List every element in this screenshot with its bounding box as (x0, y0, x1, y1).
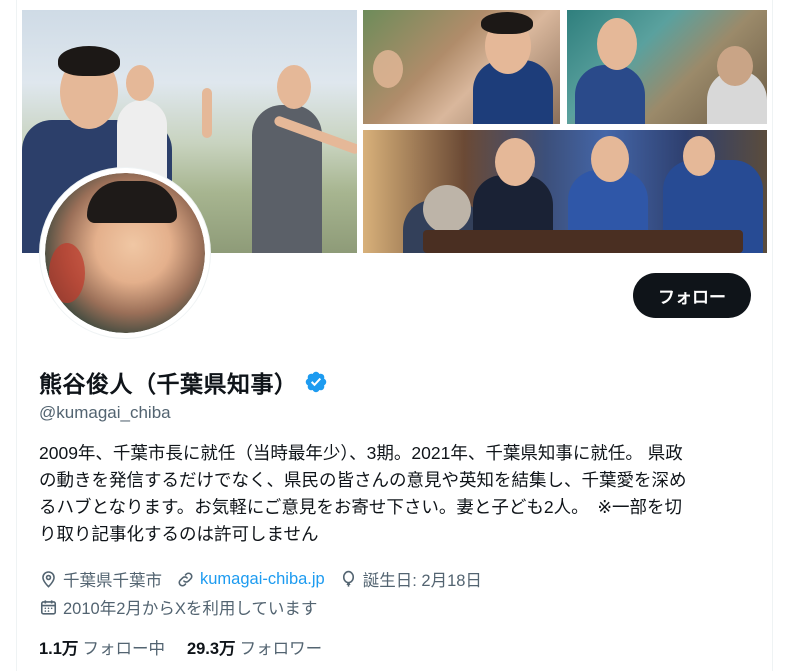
join-date: 2010年2月からXを利用しています (39, 595, 317, 619)
followers-link[interactable]: 29.3万 フォロワー (187, 635, 322, 659)
profile-bio: 2009年、千葉市長に就任（当時最年少）、3期。2021年、千葉県知事に就任。 … (39, 440, 759, 548)
follow-button[interactable]: フォロー (633, 273, 751, 318)
bio-line: の動きを発信するだけでなく、県民の皆さんの意見や英知を結集し、千葉愛を深め (39, 470, 687, 490)
birthday-text: 誕生日: 2月18日 (362, 572, 482, 590)
following-count: 1.1万 (39, 640, 79, 658)
column-border-left (16, 0, 17, 671)
bio-line: り取り記事化するのは許可しません (39, 524, 319, 544)
banner-photo-port (567, 10, 767, 124)
location-pin-icon (42, 570, 55, 588)
column-border-right (772, 0, 773, 671)
display-name: 熊谷俊人（千葉県知事） (39, 371, 298, 397)
banner-photo-festival (363, 10, 560, 124)
balloon-icon (342, 570, 354, 587)
profile-page: フォロー 熊谷俊人（千葉県知事） @kumagai_chiba 2009年、千葉… (0, 0, 800, 671)
website-link[interactable]: kumagai-chiba.jp (200, 570, 325, 589)
website[interactable]: kumagai-chiba.jp (176, 570, 325, 589)
bio-line: るハブとなります。お気軽にご意見をお寄せ下さい。妻と子ども2人。 ※一部を切 (39, 497, 683, 517)
followers-count: 29.3万 (186, 640, 236, 658)
avatar-photo (45, 173, 205, 333)
verified-badge-icon[interactable] (304, 370, 328, 394)
calendar-icon (40, 599, 57, 615)
location-text: 千葉県千葉市 (63, 572, 162, 590)
bio-line: 2009年、千葉市長に就任（当時最年少）、3期。2021年、千葉県知事に就任。 … (39, 443, 683, 463)
profile-meta: 千葉県千葉市 kumagai-chiba.jp 誕生日: 2月18日 (39, 567, 496, 591)
user-handle: @kumagai_chiba (39, 403, 171, 422)
location: 千葉県千葉市 (39, 567, 162, 591)
link-icon (178, 571, 193, 587)
following-link[interactable]: 1.1万 フォロー中 (39, 635, 165, 659)
profile-avatar[interactable] (40, 168, 210, 338)
display-name-row: 熊谷俊人（千葉県知事） (39, 365, 328, 399)
join-date-text: 2010年2月からXを利用しています (63, 600, 318, 618)
banner-photo-meeting (363, 130, 767, 253)
follow-stats: 1.1万 フォロー中 29.3万 フォロワー (39, 635, 344, 659)
following-label: フォロー中 (82, 640, 165, 658)
followers-label: フォロワー (239, 640, 323, 658)
birthday: 誕生日: 2月18日 (339, 567, 482, 591)
join-date-row: 2010年2月からXを利用しています (39, 595, 331, 619)
